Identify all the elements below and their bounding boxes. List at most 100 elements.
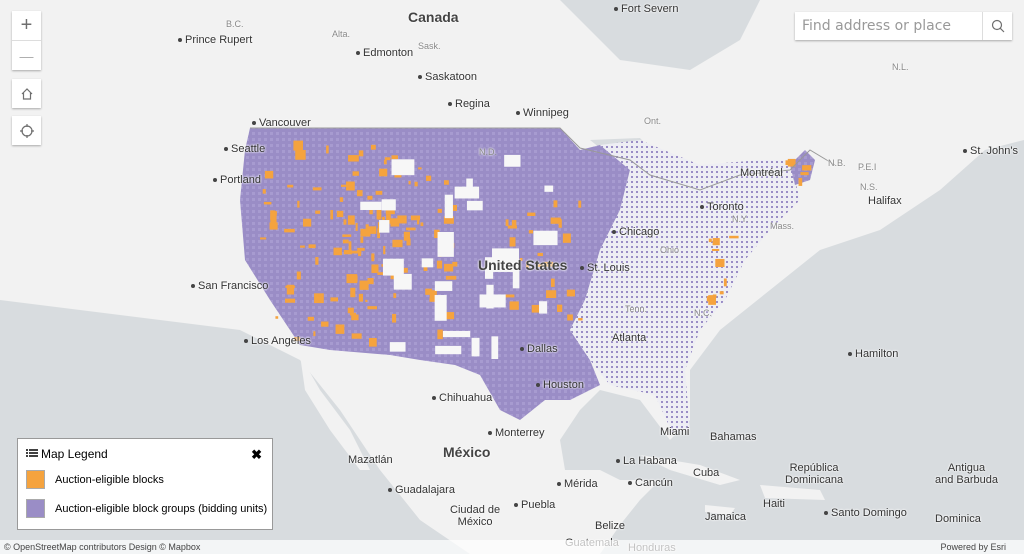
map-label: Haiti (763, 498, 786, 510)
map-label: N.D. (479, 147, 497, 157)
ineligible-area (389, 342, 406, 352)
block-mark (509, 301, 519, 310)
block-mark (367, 195, 373, 200)
map-label: Sask. (418, 41, 441, 51)
home-button[interactable] (12, 79, 41, 108)
block-mark (351, 333, 362, 339)
map-label: Alta. (332, 29, 351, 39)
map-label: Toronto (700, 201, 744, 213)
powered-by-esri[interactable]: Powered by Esri (940, 542, 1006, 552)
list-icon (26, 449, 38, 457)
block-mark (392, 313, 397, 323)
block-mark (436, 260, 443, 269)
search-button[interactable] (982, 12, 1012, 40)
block-mark (348, 155, 359, 162)
legend-item-block-groups: Auction-eligible block groups (bidding u… (26, 499, 267, 518)
block-mark (367, 278, 374, 285)
map-label: N.S. (860, 182, 878, 192)
block-mark (437, 208, 442, 213)
block-mark (330, 297, 339, 302)
block-mark (562, 233, 571, 243)
map-label: P.E.I (858, 162, 877, 172)
map-label: Hamilton (848, 348, 898, 360)
block-mark (359, 280, 369, 290)
map-label: Vancouver (252, 117, 311, 129)
block-mark (367, 306, 378, 310)
ineligible-area (435, 345, 462, 355)
block-mark (358, 150, 364, 157)
block-mark (403, 267, 408, 273)
ineligible-area (444, 194, 453, 219)
ineligible-area (393, 273, 412, 290)
block-mark (264, 170, 274, 179)
block-mark (511, 220, 517, 226)
block-mark (414, 181, 418, 187)
block-mark (798, 177, 803, 186)
block-mark (350, 275, 358, 283)
block-mark (708, 295, 717, 305)
block-mark (383, 245, 386, 255)
ineligible-area (442, 330, 471, 338)
block-mark (297, 200, 300, 208)
block-mark (527, 212, 536, 216)
map-label: Antigua and Barbuda (935, 462, 998, 486)
block-mark (347, 307, 354, 314)
ineligible-area (360, 201, 382, 210)
map-label: Dominica (935, 513, 981, 525)
block-mark (321, 321, 329, 327)
block-mark (342, 234, 352, 237)
block-mark (443, 180, 449, 185)
ineligible-area (391, 159, 415, 176)
search-widget (795, 12, 1012, 40)
block-mark (293, 140, 304, 151)
block-mark (315, 210, 321, 214)
ineligible-area (434, 281, 453, 291)
legend-swatch (26, 499, 45, 518)
map-label: Guadalajara (388, 484, 455, 496)
block-mark (546, 290, 557, 298)
legend-label: Auction-eligible block groups (bidding u… (55, 502, 268, 515)
block-mark (578, 200, 582, 208)
block-mark (335, 324, 345, 334)
block-mark (370, 144, 376, 150)
block-mark (303, 218, 312, 227)
block-mark (406, 227, 416, 231)
ineligible-area (381, 199, 396, 211)
block-mark (339, 197, 344, 202)
block-mark (397, 215, 407, 224)
ineligible-area (466, 178, 473, 189)
map-label: Cuba (693, 467, 720, 479)
block-mark (355, 222, 358, 231)
zoom-out-button[interactable]: — (12, 40, 41, 70)
block-mark (312, 187, 322, 191)
block-mark (452, 261, 458, 267)
map-label: St. John's (963, 145, 1018, 157)
ineligible-area (466, 200, 483, 211)
block-mark (403, 231, 410, 241)
block-mark (393, 293, 397, 298)
map-label: N.L. (892, 62, 909, 72)
zoom-control: + — (12, 11, 41, 70)
block-mark (558, 219, 562, 228)
map-legend: Map Legend ✖ Auction-eligible blocks Auc… (17, 438, 273, 530)
zoom-in-button[interactable]: + (12, 11, 41, 40)
search-input[interactable] (795, 12, 982, 40)
block-mark (369, 337, 377, 347)
locate-button[interactable] (12, 116, 41, 145)
map-label: Tenn. (625, 304, 648, 314)
map-label: San Francisco (191, 280, 268, 292)
block-mark (366, 226, 377, 234)
map-label: Canada (408, 9, 459, 25)
map-label: Fort Severn (614, 3, 678, 15)
ineligible-area (479, 294, 506, 308)
legend-close-button[interactable]: ✖ (251, 447, 262, 463)
search-icon (991, 19, 1004, 33)
map-label: United States (478, 257, 568, 273)
map-label: N.C. (694, 308, 712, 318)
map-label: Los Angeles (244, 335, 311, 347)
map-label: N.Y. (732, 214, 749, 224)
map-label: Chicago (612, 226, 659, 238)
map-label: Jamaica (705, 511, 746, 523)
block-mark (347, 215, 355, 225)
block-mark (365, 299, 368, 303)
